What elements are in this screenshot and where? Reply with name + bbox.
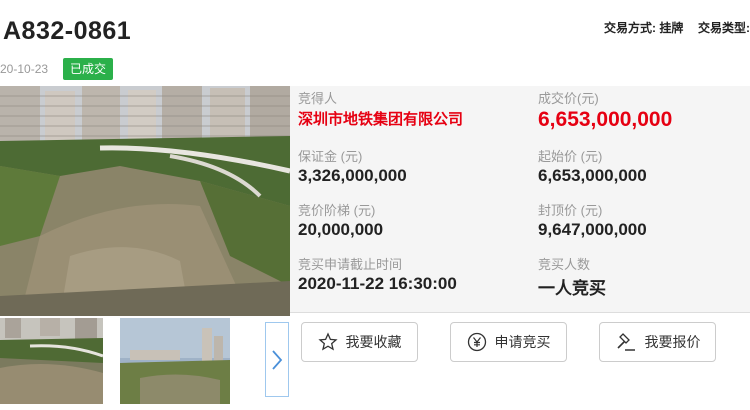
- gavel-icon: [616, 333, 635, 351]
- status-badge: 已成交: [63, 58, 114, 80]
- main-photo[interactable]: [0, 86, 290, 316]
- deadline-value: 2020-11-22 16:30:00: [298, 274, 457, 293]
- start-price-label: 起始价 (元): [538, 149, 603, 164]
- winner-value: 深圳市地铁集团有限公司: [298, 111, 464, 128]
- bidders-label: 竞买人数: [538, 257, 591, 272]
- bid-step-value: 20,000,000: [298, 220, 384, 239]
- thumbnail-1[interactable]: [0, 318, 103, 404]
- yen-icon: [467, 332, 486, 352]
- lot-code-title: A832-0861: [3, 17, 132, 45]
- deal-info-panel: 竞得人 深圳市地铁集团有限公司 成交价(元) 6,653,000,000 保证金…: [290, 86, 750, 313]
- trade-method: 交易方式: 挂牌: [604, 21, 684, 35]
- quote-label: 我要报价: [644, 334, 701, 350]
- star-icon: [317, 332, 338, 351]
- winner-label: 竞得人: [298, 91, 338, 106]
- start-price-value: 6,653,000,000: [538, 166, 647, 185]
- deal-price-value: 6,653,000,000: [538, 108, 673, 131]
- thumbnail-2-photo: [120, 318, 230, 404]
- deal-price-label: 成交价(元): [538, 91, 599, 106]
- deposit-value: 3,326,000,000: [298, 166, 407, 185]
- thumbnail-1-photo: [0, 318, 103, 404]
- bidders-value: 一人竞买: [538, 279, 606, 298]
- favorite-label: 我要收藏: [345, 334, 402, 350]
- favorite-button[interactable]: 我要收藏: [301, 322, 418, 362]
- trade-type: 交易类型:: [698, 21, 750, 35]
- cap-price-label: 封顶价 (元): [538, 203, 603, 218]
- cap-price-value: 9,647,000,000: [538, 220, 647, 239]
- next-image-button[interactable]: [265, 322, 289, 397]
- thumbnail-2[interactable]: [120, 318, 230, 404]
- apply-label: 申请竞买: [494, 334, 551, 350]
- quote-button[interactable]: 我要报价: [599, 322, 716, 362]
- deposit-label: 保证金 (元): [298, 149, 363, 164]
- deadline-label: 竞买申请截止时间: [298, 257, 403, 272]
- bid-step-label: 竞价阶梯 (元): [298, 203, 376, 218]
- apply-bid-button[interactable]: 申请竞买: [450, 322, 567, 362]
- land-site-photo: [0, 86, 290, 316]
- chevron-right-icon: [272, 349, 283, 370]
- listing-date: 20-10-23: [0, 62, 49, 76]
